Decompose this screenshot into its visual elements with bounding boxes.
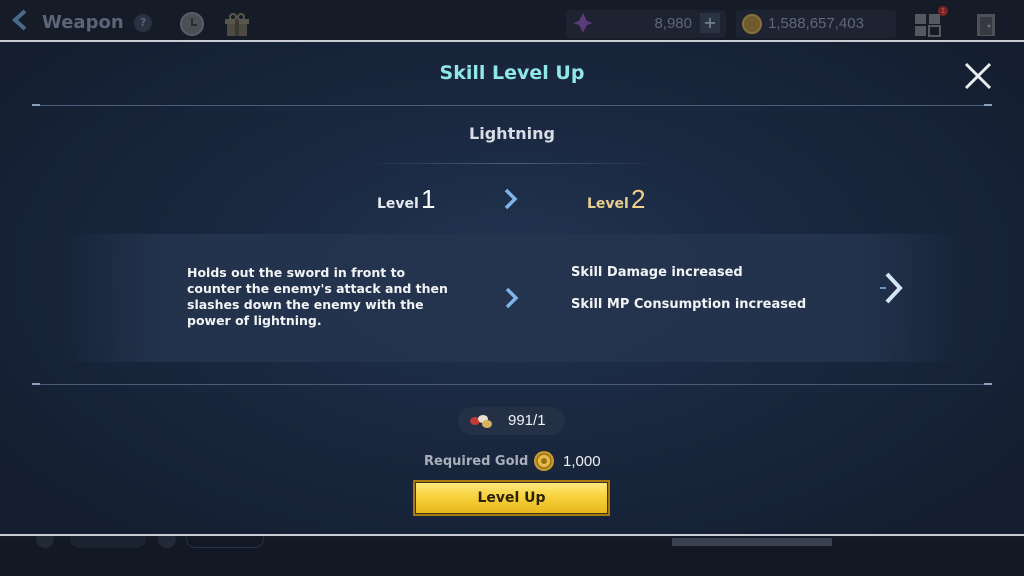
close-icon[interactable]: [962, 60, 994, 92]
divider-cap: [984, 104, 992, 106]
add-gems-button[interactable]: +: [700, 13, 720, 33]
gold-coin-icon: [534, 451, 554, 471]
gold-coin-icon: [742, 14, 762, 34]
skill-name-underline: [360, 163, 664, 164]
divider-cap: [984, 383, 992, 385]
bottom-progress-bar: [672, 538, 832, 546]
material-count: 991/1: [508, 412, 546, 429]
required-gold-label: Required Gold: [424, 454, 529, 469]
next-level-label: Level: [587, 196, 629, 212]
level-change-item: Skill MP Consumption increased: [571, 297, 807, 312]
required-gold-amount: 1,000: [563, 453, 601, 470]
level-up-button[interactable]: Level Up: [413, 480, 610, 516]
divider-cap: [32, 104, 40, 106]
bottom-bar: [0, 540, 1024, 576]
next-level-number: 2: [631, 184, 646, 214]
divider-cap: [32, 383, 40, 385]
current-level-label: Level: [377, 196, 419, 212]
skill-material-icon: [470, 415, 492, 428]
next-arrow-icon[interactable]: [880, 270, 906, 306]
skill-level-up-dialog: Skill Level Up Lightning Level 1 Level 2…: [0, 40, 1024, 536]
current-skill-description: Holds out the sword in front to counter …: [187, 265, 448, 328]
exit-door-icon[interactable]: [974, 12, 998, 38]
clock-icon[interactable]: [180, 12, 204, 36]
menu-grid-icon[interactable]: [914, 12, 942, 38]
gift-box-icon[interactable]: [224, 12, 250, 38]
level-up-button-label: Level Up: [477, 490, 546, 506]
back-arrow-icon[interactable]: [10, 9, 32, 31]
help-icon[interactable]: ?: [134, 14, 152, 32]
screen-title: Weapon: [42, 12, 124, 33]
notification-badge: 1: [938, 6, 948, 16]
level-change-item: Skill Damage increased: [571, 265, 743, 280]
gold-amount: 1,588,657,403: [768, 15, 864, 32]
crystal-icon: [573, 13, 593, 33]
current-level-number: 1: [421, 184, 436, 214]
chevron-right-icon: [504, 188, 518, 210]
chevron-right-icon: [505, 287, 519, 309]
gem-amount: 8,980: [654, 15, 692, 32]
skill-name: Lightning: [469, 124, 555, 143]
dialog-title: Skill Level Up: [439, 62, 585, 84]
top-divider: [40, 105, 984, 106]
bottom-divider: [40, 384, 984, 385]
